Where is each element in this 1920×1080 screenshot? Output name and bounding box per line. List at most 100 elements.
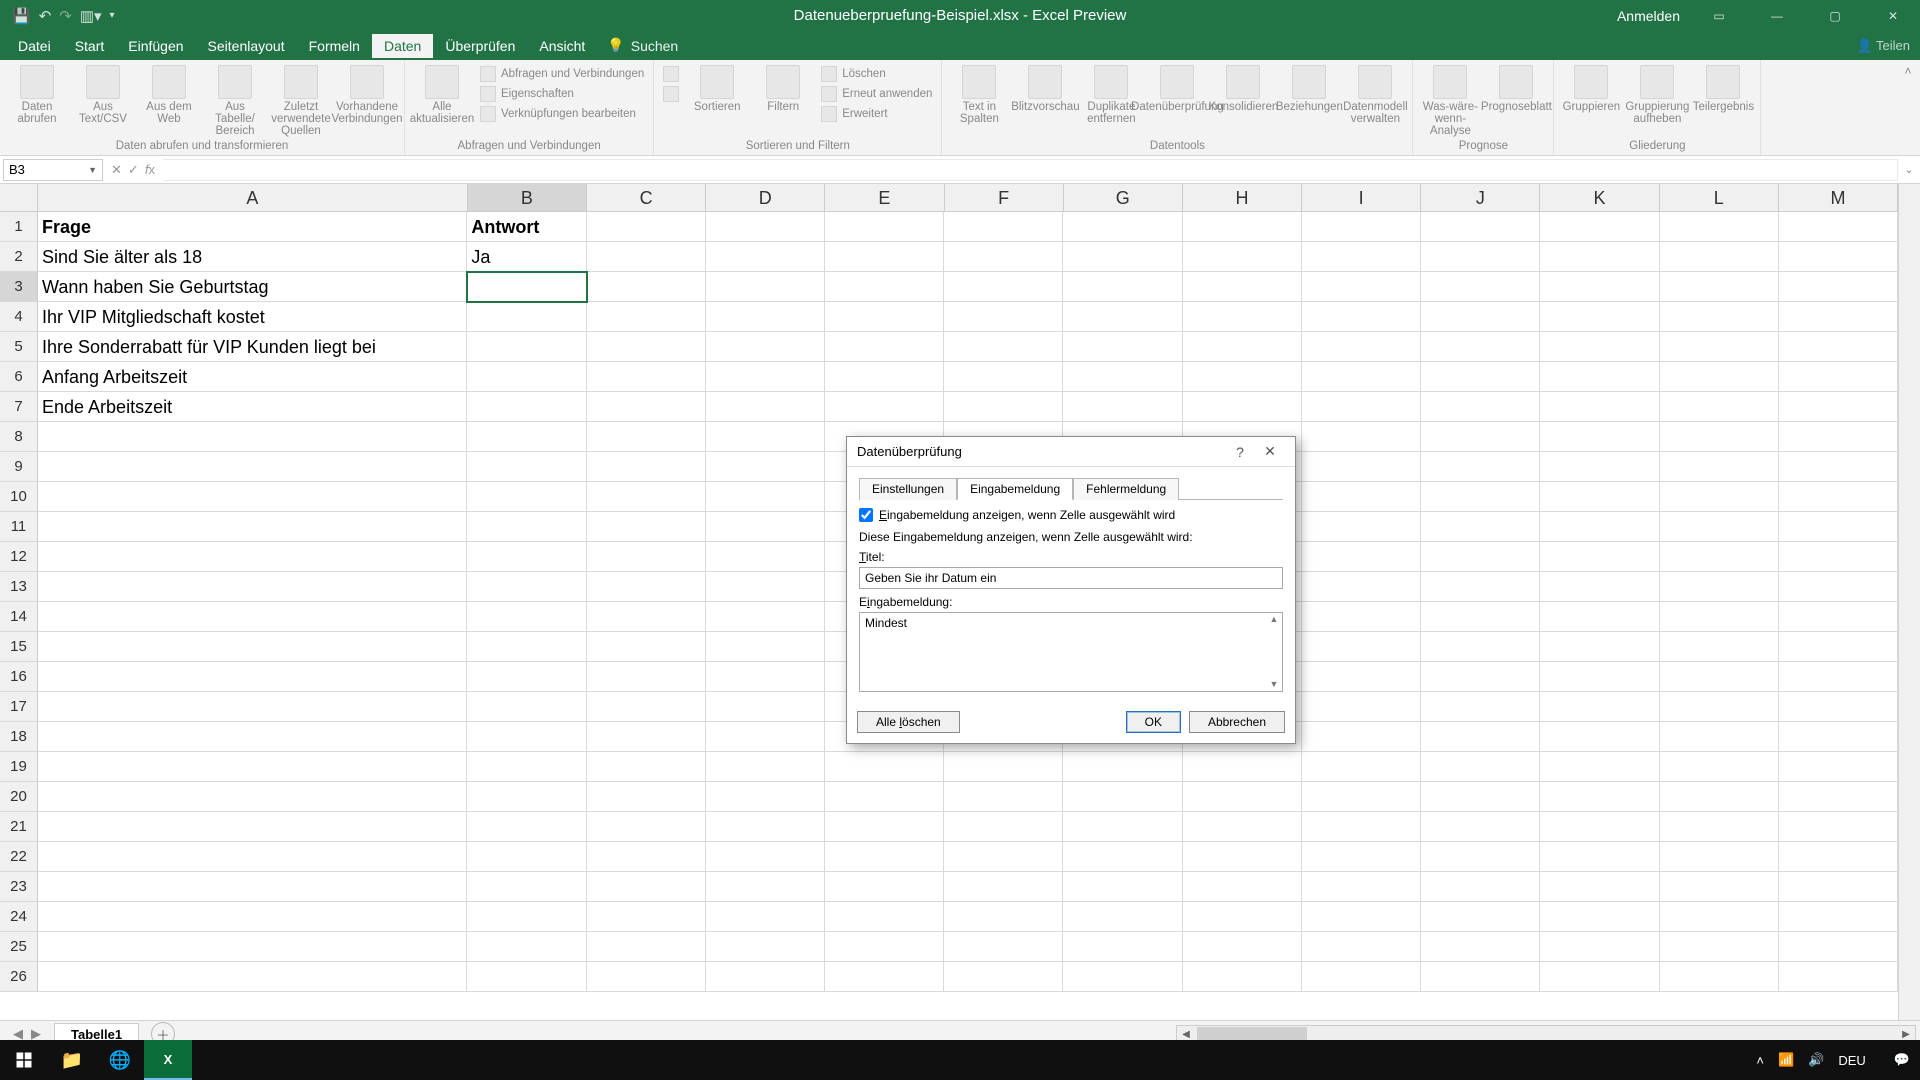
cell-M4[interactable] xyxy=(1779,302,1898,332)
col-header-L[interactable]: L xyxy=(1660,184,1779,212)
cell-A7[interactable]: Ende Arbeitszeit xyxy=(38,392,467,422)
cell-D10[interactable] xyxy=(706,482,825,512)
cell-M11[interactable] xyxy=(1779,512,1898,542)
chevron-down-icon[interactable]: ▼ xyxy=(88,165,97,175)
cell-M9[interactable] xyxy=(1779,452,1898,482)
cell-G7[interactable] xyxy=(1063,392,1182,422)
cell-E4[interactable] xyxy=(825,302,944,332)
cell-G21[interactable] xyxy=(1063,812,1182,842)
dialog-close-icon[interactable]: ✕ xyxy=(1255,443,1285,460)
cell-H22[interactable] xyxy=(1183,842,1302,872)
cell-K19[interactable] xyxy=(1540,752,1659,782)
cell-C17[interactable] xyxy=(587,692,706,722)
cell-D13[interactable] xyxy=(706,572,825,602)
cell-K9[interactable] xyxy=(1540,452,1659,482)
cell-L17[interactable] xyxy=(1660,692,1779,722)
cell-L26[interactable] xyxy=(1660,962,1779,992)
ribbon-display-icon[interactable]: ▭ xyxy=(1700,5,1738,27)
cell-K7[interactable] xyxy=(1540,392,1659,422)
row-header-11[interactable]: 11 xyxy=(0,512,38,542)
properties-button[interactable]: Eigenschaften xyxy=(477,85,647,103)
notifications-icon[interactable]: 💬 xyxy=(1894,1052,1910,1068)
cell-L7[interactable] xyxy=(1660,392,1779,422)
show-input-message-checkbox[interactable] xyxy=(859,508,873,522)
cell-E1[interactable] xyxy=(825,212,944,242)
cell-C15[interactable] xyxy=(587,632,706,662)
cell-D21[interactable] xyxy=(706,812,825,842)
what-if-button[interactable]: Was-wäre-wenn-Analyse xyxy=(1419,63,1481,137)
redo-icon[interactable]: ↷ xyxy=(59,7,72,25)
cell-K22[interactable] xyxy=(1540,842,1659,872)
cancel-button[interactable]: Abbrechen xyxy=(1189,711,1285,733)
cell-I26[interactable] xyxy=(1302,962,1421,992)
cell-I11[interactable] xyxy=(1302,512,1421,542)
cell-K14[interactable] xyxy=(1540,602,1659,632)
cell-I19[interactable] xyxy=(1302,752,1421,782)
cell-I9[interactable] xyxy=(1302,452,1421,482)
cell-D25[interactable] xyxy=(706,932,825,962)
data-validation-button[interactable]: Datenüberprüfung xyxy=(1146,63,1208,113)
flash-fill-button[interactable]: Blitzvorschau xyxy=(1014,63,1076,113)
tab-seitenlayout[interactable]: Seitenlayout xyxy=(196,34,297,58)
cell-L20[interactable] xyxy=(1660,782,1779,812)
cell-D11[interactable] xyxy=(706,512,825,542)
cell-C4[interactable] xyxy=(587,302,706,332)
cell-B20[interactable] xyxy=(467,782,586,812)
cell-A1[interactable]: Frage xyxy=(38,212,467,242)
cell-J10[interactable] xyxy=(1421,482,1540,512)
cell-L21[interactable] xyxy=(1660,812,1779,842)
scroll-thumb[interactable] xyxy=(1197,1027,1307,1041)
cell-K4[interactable] xyxy=(1540,302,1659,332)
cell-I16[interactable] xyxy=(1302,662,1421,692)
cell-I18[interactable] xyxy=(1302,722,1421,752)
cell-G25[interactable] xyxy=(1063,932,1182,962)
cell-F25[interactable] xyxy=(944,932,1063,962)
from-table-button[interactable]: Aus Tabelle/ Bereich xyxy=(204,63,266,137)
cell-D26[interactable] xyxy=(706,962,825,992)
cell-A9[interactable] xyxy=(38,452,467,482)
cell-H5[interactable] xyxy=(1183,332,1302,362)
name-box[interactable]: B3 ▼ xyxy=(3,159,103,181)
cell-J1[interactable] xyxy=(1421,212,1540,242)
edit-links-button[interactable]: Verknüpfungen bearbeiten xyxy=(477,105,647,123)
cell-M2[interactable] xyxy=(1779,242,1898,272)
cell-J12[interactable] xyxy=(1421,542,1540,572)
cell-K1[interactable] xyxy=(1540,212,1659,242)
cell-A13[interactable] xyxy=(38,572,467,602)
cell-L25[interactable] xyxy=(1660,932,1779,962)
cell-M5[interactable] xyxy=(1779,332,1898,362)
col-header-D[interactable]: D xyxy=(706,184,825,212)
cell-I4[interactable] xyxy=(1302,302,1421,332)
cell-F7[interactable] xyxy=(944,392,1063,422)
cell-B23[interactable] xyxy=(467,872,586,902)
cell-I8[interactable] xyxy=(1302,422,1421,452)
cell-M3[interactable] xyxy=(1779,272,1898,302)
cell-E6[interactable] xyxy=(825,362,944,392)
cell-B11[interactable] xyxy=(467,512,586,542)
cell-K2[interactable] xyxy=(1540,242,1659,272)
cell-E3[interactable] xyxy=(825,272,944,302)
tab-daten[interactable]: Daten xyxy=(372,34,433,58)
cell-J11[interactable] xyxy=(1421,512,1540,542)
cell-B25[interactable] xyxy=(467,932,586,962)
cell-A10[interactable] xyxy=(38,482,467,512)
cell-K10[interactable] xyxy=(1540,482,1659,512)
get-data-button[interactable]: Daten abrufen xyxy=(6,63,68,125)
cell-M1[interactable] xyxy=(1779,212,1898,242)
dialog-titlebar[interactable]: Datenüberprüfung ? ✕ xyxy=(847,437,1295,467)
cell-J9[interactable] xyxy=(1421,452,1540,482)
expand-formula-bar-icon[interactable]: ⌄ xyxy=(1898,163,1920,176)
cell-J6[interactable] xyxy=(1421,362,1540,392)
row-header-8[interactable]: 8 xyxy=(0,422,38,452)
cell-M6[interactable] xyxy=(1779,362,1898,392)
cell-L13[interactable] xyxy=(1660,572,1779,602)
cell-K11[interactable] xyxy=(1540,512,1659,542)
tab-formeln[interactable]: Formeln xyxy=(297,34,372,58)
tab-ansicht[interactable]: Ansicht xyxy=(527,34,597,58)
cell-C18[interactable] xyxy=(587,722,706,752)
cell-M12[interactable] xyxy=(1779,542,1898,572)
cell-A8[interactable] xyxy=(38,422,467,452)
cell-E25[interactable] xyxy=(825,932,944,962)
formula-input[interactable] xyxy=(163,159,1898,181)
cell-D20[interactable] xyxy=(706,782,825,812)
